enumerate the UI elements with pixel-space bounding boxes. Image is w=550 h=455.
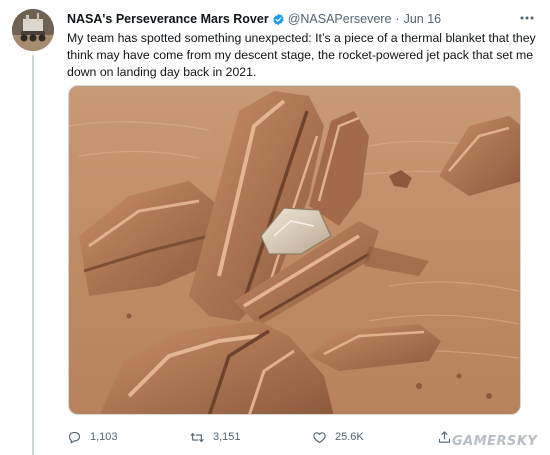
author-handle[interactable]: @NASAPersevere: [288, 12, 392, 26]
more-horizontal-icon[interactable]: [518, 11, 536, 25]
retweet-count: 3,151: [213, 431, 241, 443]
like-button[interactable]: 25.6K: [312, 428, 364, 446]
reply-count: 1,103: [90, 431, 118, 443]
like-icon: [313, 431, 326, 443]
verified-badge-icon: [272, 13, 285, 26]
tweet-photo[interactable]: [68, 85, 521, 415]
tweet-header: NASA's Perseverance Mars Rover @NASAPers…: [67, 10, 536, 28]
watermark-logo: GAMERSKY: [452, 434, 538, 449]
reply-button[interactable]: 1,103: [67, 428, 118, 446]
thread-line: [32, 55, 34, 455]
like-count: 25.6K: [335, 431, 364, 443]
retweet-button[interactable]: 3,151: [189, 428, 241, 446]
reply-icon: [68, 431, 81, 443]
share-icon: [438, 430, 451, 443]
mars-rocks-photo: [69, 86, 520, 414]
author-name[interactable]: NASA's Perseverance Mars Rover: [67, 12, 269, 26]
tweet-card: NASA's Perseverance Mars Rover @NASAPers…: [0, 0, 550, 455]
tweet-text: My team has spotted something unexpected…: [67, 30, 537, 81]
tweet-date[interactable]: Jun 16: [404, 12, 442, 26]
avatar[interactable]: [12, 9, 54, 51]
retweet-icon: [190, 432, 204, 442]
separator-dot: ·: [395, 12, 400, 26]
tweet-body: My team has spotted something unexpected…: [67, 31, 536, 79]
